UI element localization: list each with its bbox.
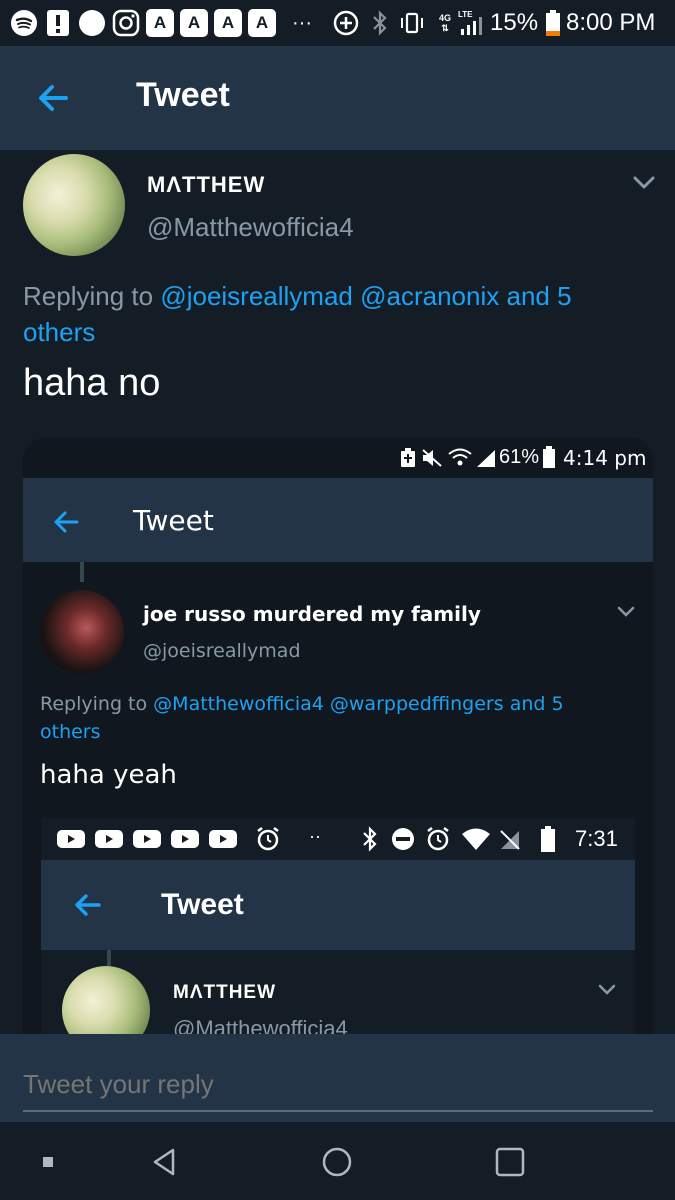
back-arrow-icon — [54, 511, 79, 533]
app-a-icon: A — [248, 9, 276, 37]
username: @Matthewofficia4 — [173, 1016, 348, 1034]
thread-line — [80, 562, 84, 582]
chevron-down-icon — [598, 984, 616, 995]
battery-percent: 61% — [499, 446, 540, 468]
replying-to-label: Replying to — [23, 281, 154, 311]
bluetooth-icon — [370, 9, 390, 37]
app-a-icon: A — [214, 9, 242, 37]
no-sim-icon — [500, 830, 520, 850]
clock: 7:31 — [575, 826, 618, 851]
wifi-icon — [448, 448, 472, 466]
battery-icon — [543, 446, 555, 468]
instagram-icon — [112, 9, 140, 37]
nested-title: Tweet — [161, 888, 244, 921]
tweet-text: haha no — [23, 362, 161, 404]
data-saver-icon — [332, 9, 360, 37]
wifi-icon — [462, 828, 490, 850]
tweet-text: haha yeah — [40, 760, 177, 790]
menu-dot-icon[interactable] — [26, 1140, 70, 1184]
back-arrow-icon — [75, 894, 101, 916]
more-dots: ·· — [309, 826, 321, 846]
alarm-icon — [257, 827, 279, 851]
embedded-status-bar: 61% 4:14 pm — [23, 438, 653, 478]
embedded-title: Tweet — [133, 504, 214, 537]
alert-icon — [46, 9, 70, 37]
mention-link: @warppedffingers — [329, 693, 504, 715]
back-icon[interactable] — [142, 1140, 186, 1184]
display-name: joe russo murdered my family — [143, 602, 481, 626]
embedded-app-bar: Tweet — [23, 478, 653, 562]
youtube-icon — [57, 830, 237, 848]
vibrate-icon — [398, 9, 426, 37]
avatar — [62, 966, 150, 1034]
bluetooth-icon — [363, 826, 377, 852]
app-a-icon: A — [180, 9, 208, 37]
username[interactable]: @Matthewofficia4 — [147, 212, 354, 243]
reply-bar — [0, 1034, 675, 1122]
thread-line — [107, 950, 111, 966]
network-type-icon: 4G ⇅ — [438, 13, 451, 33]
battery-icon — [545, 9, 561, 37]
display-name: MΛTTHEW — [173, 982, 277, 1003]
mute-icon — [422, 449, 442, 467]
nested-app-bar: Tweet — [41, 860, 635, 950]
battery-percent: 15% — [490, 9, 539, 36]
replying-to: Replying to @joeisreallymad @acranonix a… — [23, 278, 643, 350]
svg-text:LTE: LTE — [458, 10, 473, 19]
avatar — [40, 590, 124, 674]
nested-screenshot: ·· 7:31 Tweet MΛTTHEW @Matthewofficia4 — [41, 818, 635, 1034]
status-bar: A A A A ··· 4G ⇅ LTE 15% 8:00 PM — [0, 0, 675, 46]
signal-icon — [477, 450, 495, 467]
back-arrow-icon[interactable] — [34, 78, 74, 118]
page-title: Tweet — [136, 76, 230, 114]
replying-to: Replying to @Matthewofficia4 @warppedffi… — [40, 690, 600, 746]
clock: 8:00 PM — [566, 9, 656, 36]
display-name[interactable]: MΛTTHEW — [147, 172, 265, 198]
more-notifications-icon: ··· — [292, 11, 312, 34]
username: @joeisreallymad — [143, 640, 301, 662]
dot-icon — [78, 9, 106, 37]
nested-status-bar: ·· 7:31 — [41, 818, 635, 860]
replying-to-label: Replying to — [40, 693, 148, 715]
mention-link[interactable]: @joeisreallymad — [160, 281, 353, 311]
app-a-icon: A — [146, 9, 174, 37]
chevron-down-icon[interactable] — [630, 168, 658, 196]
recents-icon[interactable] — [488, 1140, 532, 1184]
mention-link[interactable]: @acranonix — [360, 281, 499, 311]
signal-icon: LTE — [458, 9, 488, 37]
battery-saver-icon — [401, 448, 415, 467]
attached-image[interactable]: 61% 4:14 pm Tweet joe russo murdered my … — [23, 438, 653, 1034]
reply-input[interactable] — [23, 1058, 653, 1112]
alarm-icon — [427, 827, 449, 851]
home-icon[interactable] — [315, 1140, 359, 1184]
mention-link: @Matthewofficia4 — [153, 693, 324, 715]
app-bar: Tweet — [0, 46, 675, 150]
do-not-disturb-icon — [392, 828, 414, 850]
clock: 4:14 pm — [563, 446, 647, 470]
avatar[interactable] — [23, 154, 125, 256]
spotify-icon — [10, 9, 38, 37]
chevron-down-icon — [617, 606, 635, 617]
battery-icon — [541, 826, 555, 852]
navigation-bar — [0, 1122, 675, 1200]
